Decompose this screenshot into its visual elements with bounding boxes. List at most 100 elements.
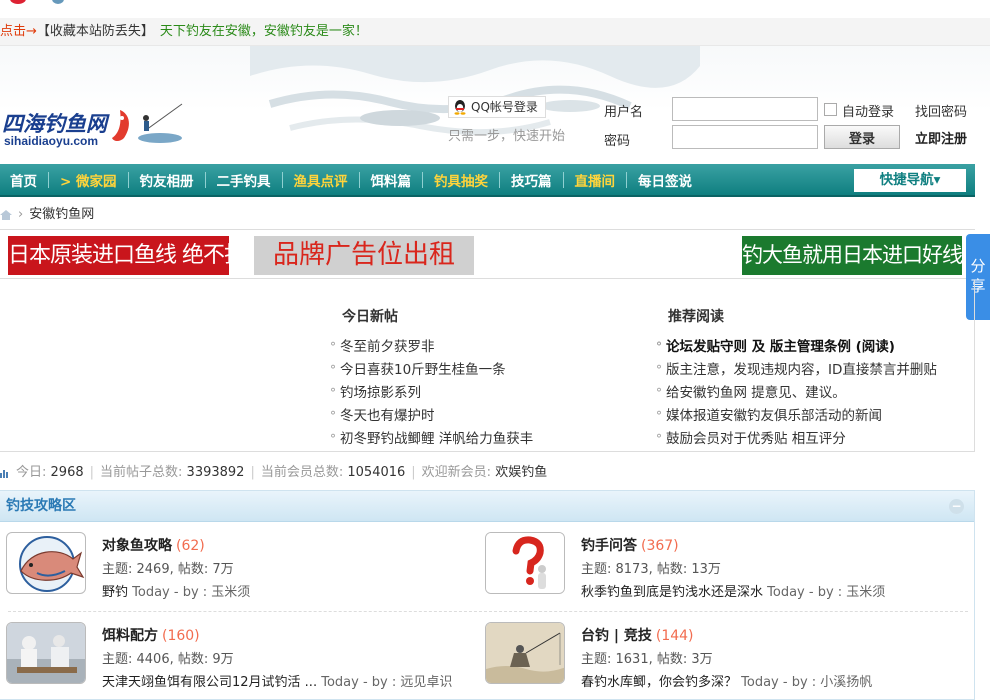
bookmark-link[interactable]: 【收藏本站防丢失】 <box>37 24 154 39</box>
register-link[interactable]: 立即注册 <box>915 128 967 147</box>
list-item[interactable]: 论坛发贴守则 及 版主管理条例 (阅读) <box>656 336 937 359</box>
login-button[interactable]: 登录 <box>824 125 900 149</box>
list-item[interactable]: 给安徽钓鱼网 提意见、建议。 <box>656 382 937 405</box>
list-item[interactable]: 今日喜获10斤野生桂鱼一条 <box>330 359 533 382</box>
nav-item-home[interactable]: 首页 <box>10 164 60 195</box>
forum-name[interactable]: 对象鱼攻略 <box>102 538 172 554</box>
announcement-bar: 点击→【收藏本站防丢失】 天下钓友在安徽，安徽钓友是一家！ <box>0 18 990 46</box>
ad-banner-fishing-line[interactable]: 日本原装进口鱼线 绝不打卷 <box>8 236 229 275</box>
forum-today-count: (160) <box>162 628 200 644</box>
main-nav: 首页 > 微家园 钓友相册 二手钓具 渔具点评 饵料篇 钓具抽奖 技巧篇 直播间… <box>0 164 975 197</box>
forum-last-meta: Today - by : 玉米须 <box>767 585 886 600</box>
nav-item-micro-home[interactable]: > 微家园 <box>60 164 140 195</box>
username-label: 用户名 <box>604 105 644 120</box>
password-input[interactable] <box>672 125 818 149</box>
forum-today-count: (367) <box>641 538 679 554</box>
today-new-posts: 今日新帖 冬至前夕获罗非 今日喜获10斤野生桂鱼一条 钓场掠影系列 冬天也有爆护… <box>330 306 533 451</box>
forum-last-meta: Today - by : 玉米须 <box>132 585 251 600</box>
forum-thumbnail[interactable] <box>485 532 565 594</box>
nav-item-checkin[interactable]: 每日签说 <box>638 164 692 195</box>
stat-today-label: 今日: <box>16 465 47 480</box>
forum-today-count: (62) <box>176 538 205 554</box>
site-slogan: 天下钓友在安徽，安徽钓友是一家！ <box>159 24 368 39</box>
breadcrumb-separator: › <box>18 207 24 222</box>
forum-name[interactable]: 台钓 | 竞技 <box>581 628 652 644</box>
forum-thumbnail[interactable] <box>485 622 565 684</box>
nav-item-live[interactable]: 直播间 <box>575 164 639 195</box>
quick-nav-dropdown[interactable]: 快捷导航▾ <box>854 169 966 192</box>
nav-item-bait[interactable]: 饵料篇 <box>371 164 435 195</box>
ad-banners: 日本原装进口鱼线 绝不打卷 品牌广告位出租 钓大鱼就用日本进口好线 <box>0 231 975 279</box>
forum-stats: 主题: 4406, 帖数: 9万 <box>102 652 234 667</box>
recommend-title: 推荐阅读 <box>668 309 724 325</box>
stat-members-label: 当前会员总数: <box>260 465 344 480</box>
forum-section: 钓技攻略区 − 对象鱼攻略 (62) 主题: 2469, 帖数: 7万 野钓 To… <box>0 490 975 700</box>
section-title[interactable]: 钓技攻略区 <box>6 498 76 514</box>
nav-item-album[interactable]: 钓友相册 <box>140 164 217 195</box>
auto-login-checkbox[interactable] <box>824 103 837 116</box>
ad-banner-for-rent[interactable]: 品牌广告位出租 <box>254 236 474 275</box>
auto-login-label: 自动登录 <box>842 105 895 120</box>
forum-stats: 主题: 1631, 帖数: 3万 <box>581 652 713 667</box>
nav-item-lottery[interactable]: 钓具抽奖 <box>434 164 511 195</box>
list-item[interactable]: 媒体报道安徽钓友俱乐部活动的新闻 <box>656 405 937 428</box>
nav-item-secondhand[interactable]: 二手钓具 <box>217 164 294 195</box>
list-item[interactable]: 版主注意，发现违规内容，ID直接禁言并删贴 <box>656 359 937 382</box>
recommended-reading: 推荐阅读 论坛发贴守则 及 版主管理条例 (阅读) 版主注意，发现违规内容，ID… <box>656 306 937 451</box>
forum-stats: 主题: 2469, 帖数: 7万 <box>102 562 234 577</box>
list-item[interactable]: 鼓励会员对于优秀贴 相互评分 <box>656 428 937 451</box>
forum-last-post[interactable]: 秋季钓鱼到底是钓浅水还是深水 <box>581 585 763 600</box>
collapse-icon[interactable]: − <box>949 499 964 514</box>
site-header: 四海钓鱼网 sihaidiaoyu.com QQ帐号登录 只需一步，快速开始 用… <box>0 46 990 164</box>
top-strip <box>0 0 990 18</box>
forum-name[interactable]: 饵料配方 <box>102 628 158 644</box>
forum-item[interactable]: 钓手问答 (367) 主题: 8173, 帖数: 13万 秋季钓鱼到底是钓浅水还是… <box>485 532 955 612</box>
partial-logo-mark-2 <box>52 0 64 4</box>
question-mark-icon <box>486 533 564 593</box>
forum-thumbnail[interactable] <box>6 622 86 684</box>
forum-stats: 主题: 8173, 帖数: 13万 <box>581 562 721 577</box>
bar-chart-icon <box>0 469 8 478</box>
list-item[interactable]: 初冬野钓战鲫鲤 洋帆给力鱼获丰 <box>330 428 533 451</box>
partial-logo-mark <box>10 0 26 4</box>
qq-penguin-icon <box>454 100 466 115</box>
site-logo[interactable]: 四海钓鱼网 sihaidiaoyu.com <box>2 103 183 152</box>
forum-name[interactable]: 钓手问答 <box>581 538 637 554</box>
forum-last-post[interactable]: 天津天翊鱼饵有限公司12月试钓活 ... <box>102 675 317 690</box>
list-item[interactable]: 冬至前夕获罗非 <box>330 336 533 359</box>
forum-item[interactable]: 对象鱼攻略 (62) 主题: 2469, 帖数: 7万 野钓 Today - by… <box>6 532 476 612</box>
list-item[interactable]: 冬天也有爆护时 <box>330 405 533 428</box>
forum-item[interactable]: 饵料配方 (160) 主题: 4406, 帖数: 9万 天津天翊鱼饵有限公司12月… <box>6 622 476 700</box>
password-label: 密码 <box>604 134 631 149</box>
stat-posts-label: 当前帖子总数: <box>100 465 183 480</box>
section-header: 钓技攻略区 − <box>0 491 974 522</box>
logo-text-en: sihaidiaoyu.com <box>4 134 99 148</box>
qq-login-hint: 只需一步，快速开始 <box>448 129 566 144</box>
forum-item[interactable]: 台钓 | 竞技 (144) 主题: 1631, 帖数: 3万 春钓水库鲫，你会钓多… <box>485 622 955 700</box>
stat-members-value: 1054016 <box>347 465 406 480</box>
posts-panel: 今日新帖 冬至前夕获罗非 今日喜获10斤野生桂鱼一条 钓场掠影系列 冬天也有爆护… <box>0 280 975 452</box>
bait-photo-icon <box>7 623 85 683</box>
breadcrumb: › 安徽钓鱼网 <box>0 200 975 230</box>
site-stats: 今日: 2968 | 当前帖子总数: 3393892 | 当前会员总数: 1054016… <box>0 460 975 486</box>
today-posts-title: 今日新帖 <box>342 309 398 325</box>
forgot-password-link[interactable]: 找回密码 <box>915 101 967 120</box>
forum-last-meta: Today - by : 小溪扬帆 <box>741 675 873 690</box>
username-input[interactable] <box>672 97 818 121</box>
nav-item-gear-review[interactable]: 渔具点评 <box>294 164 371 195</box>
forum-row-divider <box>8 611 968 612</box>
forum-last-post[interactable]: 野钓 <box>102 585 128 600</box>
forum-thumbnail[interactable] <box>6 532 86 594</box>
forum-last-post[interactable]: 春钓水库鲫，你会钓多深？ <box>581 675 737 690</box>
nav-item-skills[interactable]: 技巧篇 <box>511 164 575 195</box>
breadcrumb-current[interactable]: 安徽钓鱼网 <box>29 207 94 222</box>
qq-login-button[interactable]: QQ帐号登录 <box>448 96 546 118</box>
qq-login-label: QQ帐号登录 <box>471 100 538 114</box>
stat-welcome-label: 欢迎新会员: <box>421 465 492 480</box>
stat-today-value: 2968 <box>50 465 84 480</box>
home-icon[interactable] <box>0 209 12 220</box>
stat-welcome-member[interactable]: 欢娱钓鱼 <box>495 465 547 480</box>
fish-illustration-icon <box>19 536 85 592</box>
list-item[interactable]: 钓场掠影系列 <box>330 382 533 405</box>
ad-banner-big-fish[interactable]: 钓大鱼就用日本进口好线 <box>742 236 962 275</box>
